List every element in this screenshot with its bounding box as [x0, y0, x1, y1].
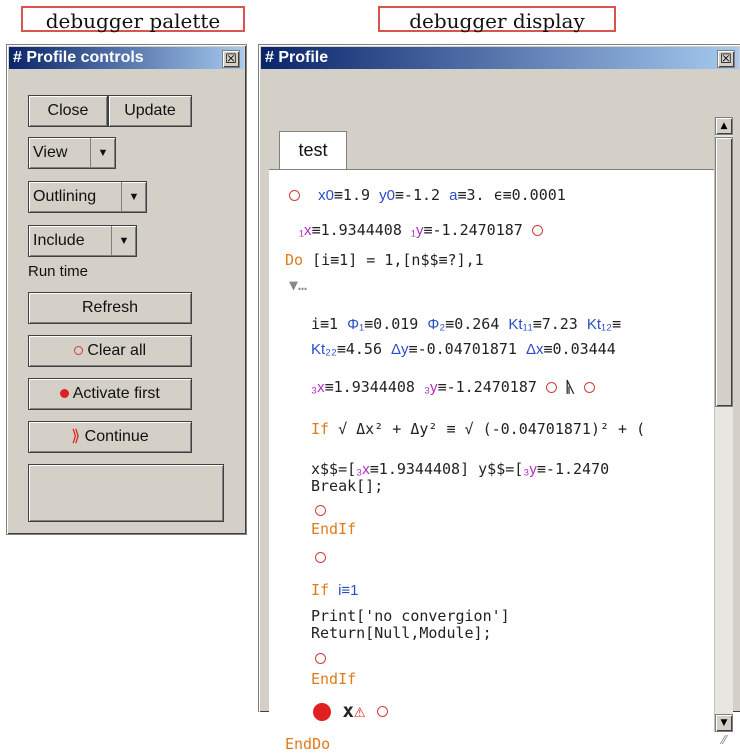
- code-line: If √ Δx² + Δy² ≡ √ (-0.04701871)² + (: [311, 420, 646, 438]
- profile-controls-window: # Profile controls ☒ Close Update View ▼…: [6, 44, 247, 535]
- view-dropdown[interactable]: View ▼: [28, 137, 116, 169]
- breakpoint-off-icon[interactable]: [315, 505, 326, 516]
- refresh-button[interactable]: Refresh: [28, 292, 192, 324]
- code-line: Kt₂₂≡4.56 Δy≡-0.04701871 Δx≡0.03444: [311, 340, 616, 358]
- display-titlebar[interactable]: # Profile ☒: [261, 47, 739, 69]
- palette-caption: debugger palette: [21, 6, 245, 33]
- resize-grip-icon[interactable]: ⁄⁄: [714, 733, 734, 753]
- breakpoint-off-icon: [73, 346, 83, 356]
- code-line: Do [i≡1] = 1,[n$$≡?],1: [285, 251, 484, 269]
- activate-first-label: Activate first: [72, 385, 160, 402]
- code-line: x$$=[₃x≡1.9344408] y$$=[₃y≡-1.2470: [311, 460, 610, 478]
- palette-title: # Profile controls: [13, 49, 144, 66]
- palette-titlebar[interactable]: # Profile controls ☒: [9, 47, 244, 69]
- code-line: Print['no convergion']: [311, 607, 510, 625]
- rune-icon: ᚣ: [565, 378, 575, 396]
- chevron-down-icon: ▼: [121, 182, 146, 212]
- code-line: If i≡1: [311, 581, 359, 599]
- breakpoint-on-icon: [60, 389, 70, 399]
- activate-first-button[interactable]: Activate first: [28, 378, 192, 410]
- close-button[interactable]: Close: [28, 95, 108, 127]
- include-dropdown[interactable]: Include ▼: [28, 225, 137, 257]
- continue-button[interactable]: ⟫ Continue: [28, 421, 192, 453]
- scroll-up-button[interactable]: ▲: [715, 117, 733, 135]
- chevron-down-icon: ▼: [111, 226, 136, 256]
- code-display[interactable]: x0≡1.9 y0≡-1.2 a≡3. ϵ≡0.0001 ₁x≡1.934440…: [269, 169, 714, 756]
- continue-icon: ⟫: [71, 428, 81, 445]
- breakpoint-off-icon[interactable]: [376, 706, 388, 717]
- warning-icon: ⚠: [353, 700, 366, 722]
- clear-all-label: Clear all: [87, 342, 147, 359]
- close-icon[interactable]: ☒: [222, 50, 240, 68]
- breakpoint-off-icon[interactable]: [531, 225, 543, 236]
- breakpoint-off-icon[interactable]: [315, 552, 326, 563]
- breakpoint-off-icon[interactable]: [315, 653, 326, 664]
- code-line: [315, 501, 326, 519]
- clear-all-button[interactable]: Clear all: [28, 335, 192, 367]
- code-line: EndIf: [311, 520, 357, 538]
- outlining-dropdown-label: Outlining: [33, 188, 97, 205]
- breakpoint-on-icon[interactable]: [313, 702, 331, 721]
- vertical-scrollbar[interactable]: ▲ ▼: [714, 117, 733, 732]
- code-line: EndDo: [285, 735, 331, 753]
- breakpoint-off-icon[interactable]: [289, 190, 300, 201]
- code-line: EndIf: [311, 670, 357, 688]
- chevron-down-icon: ▼: [90, 138, 115, 168]
- display-caption: debugger display: [378, 6, 616, 33]
- display-title: # Profile: [265, 49, 329, 66]
- outlining-dropdown[interactable]: Outlining ▼: [28, 181, 147, 213]
- code-line: Return[Null,Module];: [311, 624, 492, 642]
- code-line: [315, 548, 326, 566]
- code-line: ₃x≡1.9344408 ₃y≡-1.2470187 ᚣ: [311, 378, 596, 396]
- view-dropdown-label: View: [33, 144, 68, 161]
- run-time-label: Run time: [28, 263, 89, 280]
- scroll-thumb[interactable]: [715, 137, 733, 407]
- code-line: i≡1 Φ₁≡0.019 Φ₂≡0.264 Kt₁₁≡7.23 Kt₁₂≡: [311, 315, 621, 333]
- profile-display-window: # Profile ☒ test x0≡1.9 y0≡-1.2 a≡3. ϵ≡0…: [258, 44, 740, 756]
- breakpoint-off-icon[interactable]: [584, 382, 596, 393]
- code-line: [315, 649, 326, 667]
- code-line: ₁x≡1.9344408 ₁y≡-1.2470187: [299, 221, 543, 239]
- scroll-down-button[interactable]: ▼: [715, 714, 733, 732]
- close-icon[interactable]: ☒: [717, 50, 735, 68]
- breakpoint-off-icon[interactable]: [545, 382, 557, 393]
- blank-button[interactable]: [28, 464, 224, 522]
- code-line: x0≡1.9 y0≡-1.2 a≡3. ϵ≡0.0001: [289, 186, 566, 204]
- include-dropdown-label: Include: [33, 232, 85, 249]
- update-button[interactable]: Update: [108, 95, 192, 127]
- collapse-toggle[interactable]: ▼…: [289, 276, 307, 294]
- code-line: Break[];: [311, 477, 384, 495]
- tab-test[interactable]: test: [279, 131, 347, 169]
- code-line: x⚠: [313, 700, 388, 722]
- continue-label: Continue: [84, 428, 149, 445]
